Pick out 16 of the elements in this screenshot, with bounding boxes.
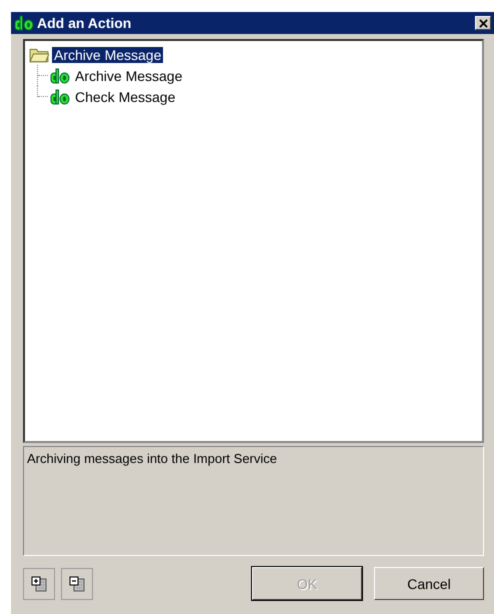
expand-all-button[interactable]	[23, 568, 55, 600]
expand-icon	[31, 576, 47, 592]
window-title: Add an Action	[37, 15, 132, 31]
tree-item[interactable]: Archive Message	[73, 68, 184, 84]
description-text: Archiving messages into the Import Service	[27, 451, 277, 466]
close-button[interactable]	[475, 16, 491, 30]
collapse-icon	[69, 576, 85, 592]
folder-icon	[29, 46, 49, 62]
do-logo-icon	[50, 88, 70, 104]
do-logo-icon	[14, 15, 34, 31]
close-icon	[478, 18, 488, 28]
tree-item[interactable]: Archive Message	[52, 46, 164, 62]
tree-item[interactable]: Check Message	[73, 88, 178, 104]
collapse-all-button[interactable]	[61, 568, 93, 600]
do-logo-icon	[50, 68, 70, 84]
dialog-button[interactable]: Cancel	[374, 567, 484, 600]
